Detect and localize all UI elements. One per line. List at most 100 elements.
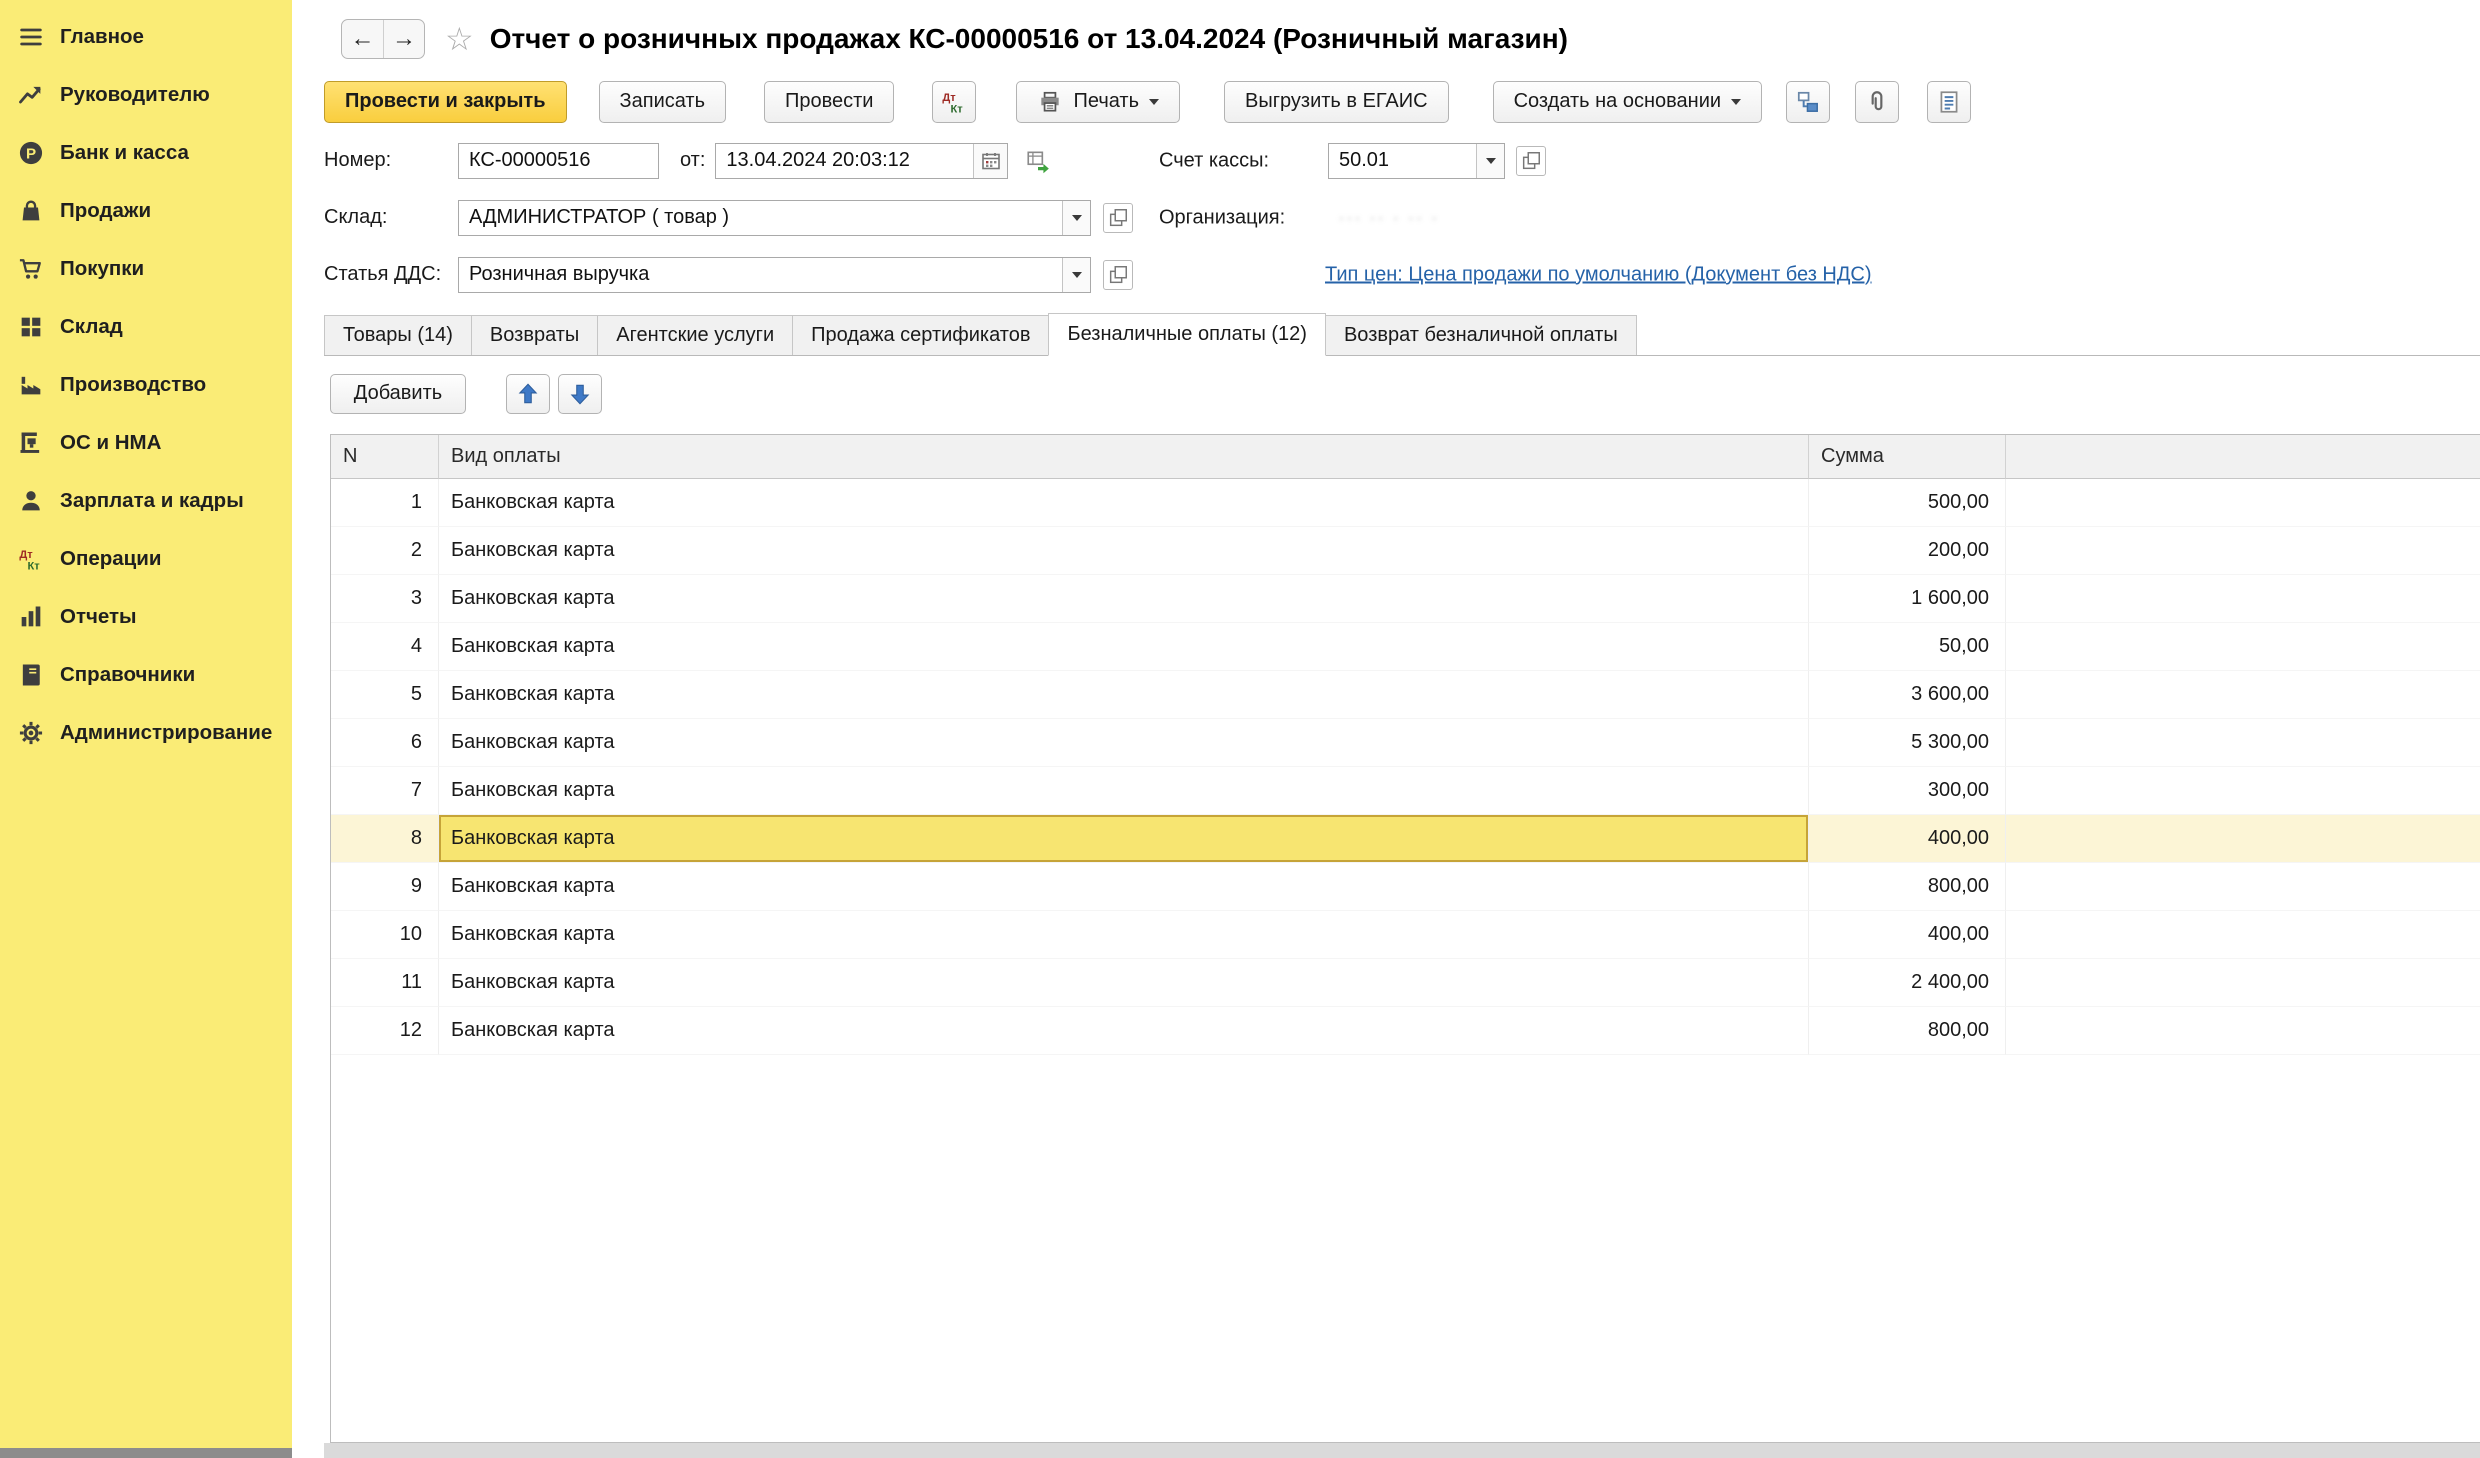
table-row[interactable]: 10Банковская карта400,00 <box>331 911 2480 959</box>
sidebar-item-bank-cash[interactable]: PБанк и касса <box>0 124 292 182</box>
open-journal-button[interactable] <box>1025 148 1051 174</box>
sidebar-item-purchases[interactable]: Покупки <box>0 240 292 298</box>
sidebar-item-sales[interactable]: Продажи <box>0 182 292 240</box>
dds-open-button[interactable] <box>1103 260 1133 290</box>
document-reports-button[interactable] <box>1927 81 1971 123</box>
row-number-cell[interactable]: 6 <box>331 719 439 767</box>
row-number-cell[interactable]: 7 <box>331 767 439 815</box>
row-number-cell[interactable]: 5 <box>331 671 439 719</box>
sum-cell[interactable]: 200,00 <box>1809 527 2006 575</box>
number-input[interactable] <box>459 144 658 178</box>
sidebar-item-salary-hr[interactable]: Зарплата и кадры <box>0 472 292 530</box>
row-number-cell[interactable]: 12 <box>331 1007 439 1055</box>
table-row[interactable]: 12Банковская карта800,00 <box>331 1007 2480 1055</box>
sidebar-item-administration[interactable]: Администрирование <box>0 704 292 762</box>
table-row[interactable]: 8Банковская карта400,00 <box>331 815 2480 863</box>
save-button[interactable]: Записать <box>599 81 726 123</box>
attachments-button[interactable] <box>1855 81 1899 123</box>
row-number-cell[interactable]: 2 <box>331 527 439 575</box>
payment-type-cell[interactable]: Банковская карта <box>439 959 1809 1007</box>
tab-returns[interactable]: Возвраты <box>471 315 598 355</box>
sum-cell[interactable]: 5 300,00 <box>1809 719 2006 767</box>
table-row[interactable]: 2Банковская карта200,00 <box>331 527 2480 575</box>
payment-type-cell[interactable]: Банковская карта <box>439 623 1809 671</box>
favorite-star-icon[interactable]: ☆ <box>445 23 474 55</box>
tab-agent-services[interactable]: Агентские услуги <box>597 315 793 355</box>
sidebar-item-catalogs[interactable]: Справочники <box>0 646 292 704</box>
table-row[interactable]: 4Банковская карта50,00 <box>331 623 2480 671</box>
payment-type-cell[interactable]: Банковская карта <box>439 527 1809 575</box>
move-down-button[interactable] <box>558 374 602 414</box>
egais-upload-button[interactable]: Выгрузить в ЕГАИС <box>1224 81 1449 123</box>
table-row[interactable]: 11Банковская карта2 400,00 <box>331 959 2480 1007</box>
sum-cell[interactable]: 800,00 <box>1809 1007 2006 1055</box>
sum-cell[interactable]: 3 600,00 <box>1809 671 2006 719</box>
warehouse-open-button[interactable] <box>1103 203 1133 233</box>
sum-cell[interactable]: 400,00 <box>1809 911 2006 959</box>
column-header-sum[interactable]: Сумма <box>1809 435 2006 479</box>
price-type-link[interactable]: Тип цен: Цена продажи по умолчанию (Доку… <box>1325 263 1872 286</box>
cash-account-open-button[interactable] <box>1516 146 1546 176</box>
sidebar-item-main[interactable]: Главное <box>0 8 292 66</box>
sum-cell[interactable]: 300,00 <box>1809 767 2006 815</box>
column-header-payment-type[interactable]: Вид оплаты <box>439 435 1809 479</box>
post-and-close-button[interactable]: Провести и закрыть <box>324 81 567 123</box>
back-button[interactable]: ← <box>342 20 383 58</box>
table-row[interactable]: 5Банковская карта3 600,00 <box>331 671 2480 719</box>
payment-type-cell[interactable]: Банковская карта <box>439 479 1809 527</box>
forward-button[interactable]: → <box>383 20 424 58</box>
date-input[interactable] <box>716 144 973 178</box>
post-button[interactable]: Провести <box>764 81 894 123</box>
column-header-n[interactable]: N <box>331 435 439 479</box>
table-row[interactable]: 1Банковская карта500,00 <box>331 479 2480 527</box>
sidebar-item-warehouse[interactable]: Склад <box>0 298 292 356</box>
payment-type-cell[interactable]: Банковская карта <box>439 911 1809 959</box>
sum-cell[interactable]: 1 600,00 <box>1809 575 2006 623</box>
table-row[interactable]: 9Банковская карта800,00 <box>331 863 2480 911</box>
cash-account-dropdown[interactable] <box>1476 144 1504 178</box>
related-documents-button[interactable] <box>1786 81 1830 123</box>
sum-cell[interactable]: 800,00 <box>1809 863 2006 911</box>
row-number-cell[interactable]: 9 <box>331 863 439 911</box>
payment-type-cell[interactable]: Банковская карта <box>439 767 1809 815</box>
show-postings-button[interactable]: ДтКт <box>932 81 976 123</box>
table-row[interactable]: 3Банковская карта1 600,00 <box>331 575 2480 623</box>
sum-cell[interactable]: 2 400,00 <box>1809 959 2006 1007</box>
tab-goods[interactable]: Товары (14) <box>324 315 472 355</box>
payment-type-cell[interactable]: Банковская карта <box>439 863 1809 911</box>
dds-dropdown[interactable] <box>1062 258 1090 292</box>
payment-type-cell[interactable]: Банковская карта <box>439 1007 1809 1055</box>
move-up-button[interactable] <box>506 374 550 414</box>
row-number-cell[interactable]: 8 <box>331 815 439 863</box>
sum-cell[interactable]: 500,00 <box>1809 479 2006 527</box>
dds-input[interactable] <box>459 258 1062 292</box>
row-number-cell[interactable]: 1 <box>331 479 439 527</box>
sidebar-item-fixed-assets[interactable]: ОС и НМА <box>0 414 292 472</box>
sidebar-item-reports[interactable]: Отчеты <box>0 588 292 646</box>
warehouse-dropdown[interactable] <box>1062 201 1090 235</box>
tab-cashless-returns[interactable]: Возврат безналичной оплаты <box>1325 315 1637 355</box>
payment-type-cell[interactable]: Банковская карта <box>439 575 1809 623</box>
tab-certificates[interactable]: Продажа сертификатов <box>792 315 1049 355</box>
row-number-cell[interactable]: 11 <box>331 959 439 1007</box>
table-row[interactable]: 6Банковская карта5 300,00 <box>331 719 2480 767</box>
payment-type-cell[interactable]: Банковская карта <box>439 815 1809 863</box>
create-based-on-button[interactable]: Создать на основании <box>1493 81 1763 123</box>
warehouse-input[interactable] <box>459 201 1062 235</box>
calendar-button[interactable] <box>973 144 1007 178</box>
payment-type-cell[interactable]: Банковская карта <box>439 671 1809 719</box>
sum-cell[interactable]: 50,00 <box>1809 623 2006 671</box>
table-row[interactable]: 7Банковская карта300,00 <box>331 767 2480 815</box>
sum-cell[interactable]: 400,00 <box>1809 815 2006 863</box>
cash-account-input[interactable] <box>1329 144 1476 178</box>
row-number-cell[interactable]: 3 <box>331 575 439 623</box>
print-button[interactable]: Печать <box>1016 81 1180 123</box>
sidebar-item-production[interactable]: Производство <box>0 356 292 414</box>
payment-type-cell[interactable]: Банковская карта <box>439 719 1809 767</box>
sidebar-item-manager[interactable]: Руководителю <box>0 66 292 124</box>
row-number-cell[interactable]: 4 <box>331 623 439 671</box>
sidebar-item-operations[interactable]: ДтКтОперации <box>0 530 292 588</box>
tab-cashless[interactable]: Безналичные оплаты (12) <box>1048 313 1325 356</box>
add-row-button[interactable]: Добавить <box>330 374 466 414</box>
row-number-cell[interactable]: 10 <box>331 911 439 959</box>
